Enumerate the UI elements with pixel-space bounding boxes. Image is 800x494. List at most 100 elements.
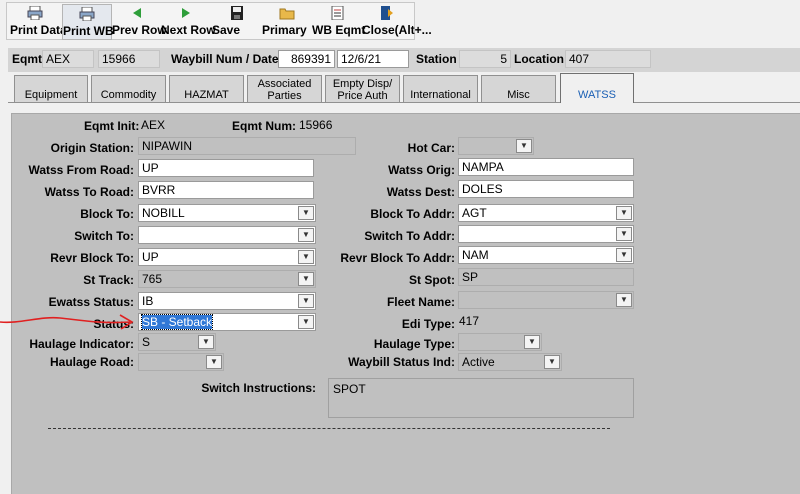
watss-orig-label: Watss Orig: [388, 163, 455, 177]
chevron-down-icon[interactable]: ▼ [616, 248, 632, 262]
tab-commodity[interactable]: Commodity [91, 75, 166, 103]
exit-door-icon [379, 6, 395, 20]
block-to-select[interactable]: NOBILL ▼ [138, 204, 316, 222]
fleet-name-label: Fleet Name: [386, 295, 455, 309]
print-wb-label: Print WB [63, 24, 114, 38]
status-select[interactable]: SB - Setback ▼ [138, 313, 316, 331]
eqmt-init-label: Eqmt Init: [84, 119, 140, 133]
switch-to-addr-select[interactable]: ▼ [458, 225, 634, 243]
chevron-down-icon[interactable]: ▼ [524, 335, 540, 349]
switch-to-select[interactable]: ▼ [138, 226, 316, 244]
chevron-down-icon[interactable]: ▼ [298, 315, 314, 329]
revr-block-to-addr-select[interactable]: NAM ▼ [458, 246, 634, 264]
location-field[interactable]: 407 [565, 50, 651, 68]
switch-instructions-label: Switch Instructions: [201, 381, 316, 395]
next-row-label: Next Row [161, 23, 216, 37]
st-track-select[interactable]: 765 ▼ [138, 270, 316, 288]
tab-equipment[interactable]: Equipment [14, 75, 88, 103]
chevron-down-icon[interactable]: ▼ [616, 293, 632, 307]
chevron-down-icon[interactable]: ▼ [298, 272, 314, 286]
eqmt-num-header-field[interactable]: 15966 [98, 50, 160, 68]
wb-eqmt-button[interactable]: WB Eqmt [312, 4, 366, 40]
chevron-down-icon[interactable]: ▼ [616, 227, 632, 241]
watss-to-road-label: Watss To Road: [44, 185, 134, 199]
prev-row-button[interactable]: Prev Row [112, 4, 167, 40]
next-row-button[interactable]: Next Row [161, 4, 216, 40]
ewatss-status-select[interactable]: IB ▼ [138, 292, 316, 310]
tab-label: HAZMAT [184, 89, 229, 101]
block-to-label: Block To: [80, 207, 134, 221]
watss-from-road-field[interactable]: UP [138, 159, 314, 177]
station-header-label: Station [416, 52, 457, 66]
station-field[interactable]: 5 [459, 50, 511, 68]
location-header-label: Location [514, 52, 564, 66]
floppy-icon [229, 6, 245, 20]
chevron-down-icon[interactable]: ▼ [544, 355, 560, 369]
save-label: Save [212, 23, 241, 37]
chevron-down-icon[interactable]: ▼ [516, 139, 532, 153]
status-value: SB - Setback [140, 314, 214, 330]
hot-car-select[interactable]: ▼ [458, 137, 534, 155]
tab-misc[interactable]: Misc [481, 75, 556, 103]
edi-type-value: 417 [459, 314, 480, 328]
tab-hazmat[interactable]: HAZMAT [169, 75, 244, 103]
ewatss-status-value: IB [142, 294, 154, 308]
fleet-name-select[interactable]: ▼ [458, 291, 634, 309]
waybill-status-ind-label: Waybill Status Ind: [348, 355, 455, 369]
prev-row-label: Prev Row [112, 23, 167, 37]
eqmt-init-header-field[interactable]: AEX [42, 50, 94, 68]
block-to-addr-value: AGT [462, 206, 487, 220]
switch-to-label: Switch To: [74, 229, 134, 243]
revr-block-to-addr-label: Revr Block To Addr: [340, 251, 455, 265]
save-button[interactable]: Save [212, 4, 262, 40]
chevron-down-icon[interactable]: ▼ [198, 335, 214, 349]
chevron-down-icon[interactable]: ▼ [616, 206, 632, 220]
watss-from-road-label: Watss From Road: [28, 163, 134, 177]
block-to-addr-select[interactable]: AGT ▼ [458, 204, 634, 222]
eqmt-num-label: Eqmt Num: [232, 119, 296, 133]
revr-block-to-label: Revr Block To: [50, 251, 134, 265]
printer-icon [79, 6, 95, 22]
waybill-num-field[interactable]: 869391 [278, 50, 335, 68]
print-data-label: Print Data [10, 23, 67, 37]
tab-label: Equipment [24, 89, 78, 101]
block-to-value: NOBILL [142, 206, 185, 220]
haulage-type-select[interactable]: ▼ [458, 333, 542, 351]
tab-associated-parties[interactable]: Associated Parties [247, 75, 322, 103]
waybill-header-label: Waybill Num / Date [171, 52, 279, 66]
revr-block-to-select[interactable]: UP ▼ [138, 248, 316, 266]
haulage-indicator-select[interactable]: S ▼ [138, 333, 216, 351]
waybill-date-field[interactable]: 12/6/21 [337, 50, 409, 68]
chevron-down-icon[interactable]: ▼ [298, 294, 314, 308]
printer-icon [27, 5, 43, 21]
chevron-down-icon[interactable]: ▼ [298, 206, 314, 220]
tab-label: International [410, 89, 471, 101]
eqmt-header-label: Eqmt [12, 52, 42, 66]
print-data-button[interactable]: Print Data [10, 4, 67, 40]
chevron-down-icon[interactable]: ▼ [298, 250, 314, 264]
toolbar: Print Data Print WB Prev Row Next Row Sa… [0, 0, 800, 42]
eqmt-init-value: AEX [141, 118, 166, 132]
chevron-down-icon[interactable]: ▼ [298, 228, 314, 242]
haulage-road-select[interactable]: ▼ [138, 353, 224, 371]
watss-dest-label: Watss Dest: [386, 185, 455, 199]
switch-instructions-textarea[interactable]: SPOT [328, 378, 634, 418]
tab-watss[interactable]: WATSS [560, 73, 634, 103]
watss-dest-field[interactable]: DOLES [458, 180, 634, 198]
revr-block-to-value: UP [142, 250, 159, 264]
st-spot-field: SP [458, 268, 634, 286]
haulage-road-label: Haulage Road: [49, 355, 134, 369]
chevron-down-icon[interactable]: ▼ [206, 355, 222, 369]
haulage-indicator-value: S [142, 335, 151, 349]
primary-button[interactable]: Primary [262, 4, 312, 40]
watss-orig-field[interactable]: NAMPA [458, 158, 634, 176]
waybill-status-ind-select[interactable]: Active ▼ [458, 353, 562, 371]
wb-eqmt-label: WB Eqmt [312, 23, 366, 37]
print-wb-button[interactable]: Print WB [62, 4, 114, 40]
watss-to-road-field[interactable]: BVRR [138, 181, 314, 199]
haulage-type-label: Haulage Type: [373, 337, 455, 351]
close-button[interactable]: Close(Alt+... [362, 4, 432, 40]
tab-international[interactable]: International [403, 75, 478, 103]
primary-label: Primary [262, 23, 307, 37]
tab-empty-disp-price-auth[interactable]: Empty Disp/ Price Auth [325, 75, 400, 103]
